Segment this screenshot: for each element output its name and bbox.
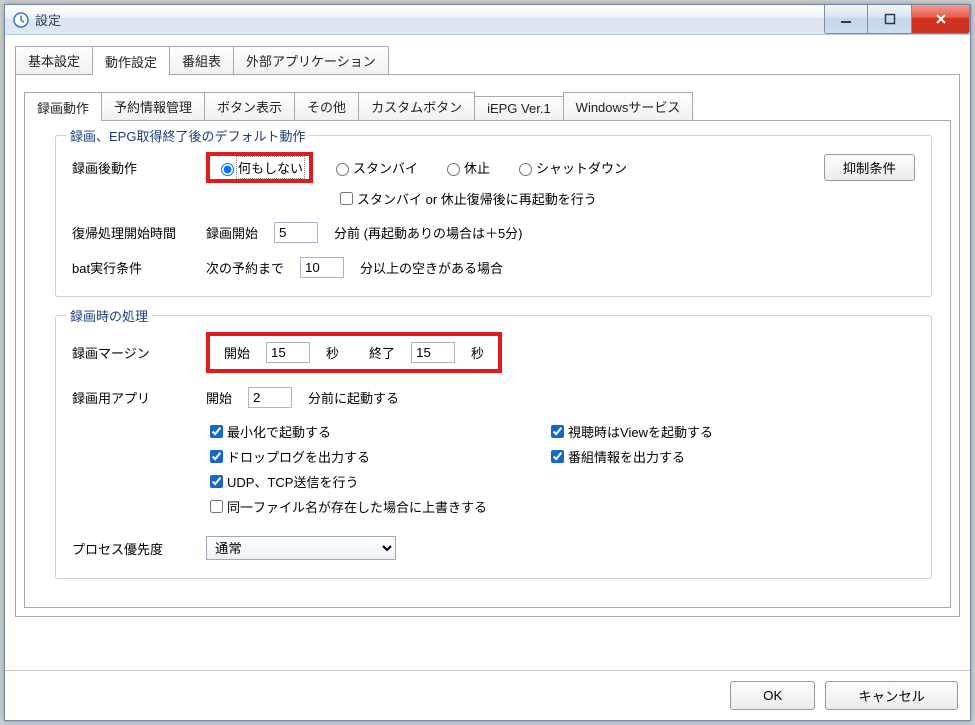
- titlebar: 設定: [5, 5, 970, 35]
- row-bat: bat実行条件 次の予約まで 分以上の空きがある場合: [72, 257, 915, 278]
- rec-app-suffix: 分前に起動する: [308, 388, 399, 407]
- group-post-record-title: 録画、EPG取得終了後のデフォルト動作: [66, 126, 309, 145]
- row-resume: 復帰処理開始時間 録画開始 分前 (再起動ありの場合は＋5分): [72, 222, 915, 243]
- bat-prefix: 次の予約まで: [206, 258, 284, 277]
- group-recording-process: 録画時の処理 録画マージン 開始 秒 終了: [55, 315, 932, 579]
- tab-external-app[interactable]: 外部アプリケーション: [233, 46, 389, 74]
- row-post-action: 録画後動作 何もしない スタンバイ: [72, 152, 915, 183]
- radio-standby-label: スタンバイ: [353, 158, 418, 177]
- group-post-record: 録画、EPG取得終了後のデフォルト動作 録画後動作 何もしない: [55, 135, 932, 297]
- close-button[interactable]: [912, 5, 970, 34]
- input-resume-minutes[interactable]: [274, 222, 318, 243]
- label-margin: 録画マージン: [72, 343, 206, 362]
- highlight-margin: 開始 秒 終了 秒: [206, 332, 502, 373]
- suppress-button[interactable]: 抑制条件: [824, 154, 915, 181]
- check-overwrite[interactable]: [210, 500, 223, 513]
- row-rec-app: 録画用アプリ 開始 分前に起動する: [72, 387, 915, 408]
- check-view[interactable]: [551, 425, 564, 438]
- subtab-windows-service[interactable]: Windowsサービス: [563, 92, 694, 120]
- rec-app-prefix: 開始: [206, 388, 232, 407]
- check-reboot-label: スタンバイ or 休止復帰後に再起動を行う: [357, 189, 597, 208]
- check-droplog[interactable]: [210, 450, 223, 463]
- content-area: 基本設定 動作設定 番組表 外部アプリケーション 録画動作 予約情報管理 ボタン…: [5, 35, 970, 670]
- margin-start-label: 開始: [224, 343, 250, 362]
- resume-suffix: 分前 (再起動ありの場合は＋5分): [334, 223, 523, 242]
- minimize-button[interactable]: [824, 5, 868, 34]
- window-title: 設定: [35, 10, 61, 29]
- label-post-action: 録画後動作: [72, 158, 206, 177]
- cancel-button[interactable]: キャンセル: [825, 681, 958, 710]
- radio-shutdown-label: シャットダウン: [536, 158, 627, 177]
- dialog-buttons: OK キャンセル: [5, 670, 970, 720]
- check-udp-tcp[interactable]: [210, 475, 223, 488]
- tab-basic-settings[interactable]: 基本設定: [15, 46, 93, 74]
- check-overwrite-label: 同一ファイル名が存在した場合に上書きする: [227, 497, 487, 516]
- check-program-info-label: 番組情報を出力する: [568, 447, 685, 466]
- margin-start-unit: 秒: [326, 343, 339, 362]
- top-tabs: 基本設定 動作設定 番組表 外部アプリケーション: [15, 45, 960, 75]
- window-controls: [824, 5, 970, 34]
- clock-icon: [13, 12, 29, 28]
- select-priority[interactable]: 通常: [206, 536, 396, 560]
- subtab-reservation[interactable]: 予約情報管理: [101, 92, 205, 120]
- input-margin-end[interactable]: [411, 342, 455, 363]
- radio-hibernate-label: 休止: [464, 158, 490, 177]
- check-view-label: 視聴時はViewを起動する: [568, 422, 713, 441]
- input-margin-start[interactable]: [266, 342, 310, 363]
- maximize-button[interactable]: [868, 5, 912, 34]
- margin-end-unit: 秒: [471, 343, 484, 362]
- bat-suffix: 分以上の空きがある場合: [360, 258, 503, 277]
- check-minimized[interactable]: [210, 425, 223, 438]
- check-program-info[interactable]: [551, 450, 564, 463]
- subtab-button-display[interactable]: ボタン表示: [204, 92, 295, 120]
- tab-behavior-settings[interactable]: 動作設定: [92, 46, 170, 75]
- check-droplog-label: ドロップログを出力する: [227, 447, 370, 466]
- label-rec-app: 録画用アプリ: [72, 388, 206, 407]
- input-rec-app-minutes[interactable]: [248, 387, 292, 408]
- check-udp-tcp-label: UDP、TCP送信を行う: [227, 472, 358, 491]
- row-priority: プロセス優先度 通常: [72, 536, 915, 560]
- subtab-recording[interactable]: 録画動作: [24, 92, 102, 121]
- check-reboot[interactable]: [340, 192, 353, 205]
- radio-hibernate[interactable]: [447, 163, 460, 176]
- recording-panel: 録画、EPG取得終了後のデフォルト動作 録画後動作 何もしない: [25, 121, 950, 607]
- label-resume: 復帰処理開始時間: [72, 223, 206, 242]
- margin-end-label: 終了: [369, 343, 395, 362]
- radio-none[interactable]: [221, 163, 234, 176]
- group-recording-process-title: 録画時の処理: [66, 306, 152, 325]
- ok-button[interactable]: OK: [730, 681, 815, 710]
- tab-program-guide[interactable]: 番組表: [169, 46, 234, 74]
- highlight-post-action: 何もしない: [206, 152, 313, 183]
- settings-window: 設定 基本設定 動作設定 番組表 外部アプリケーション 録画動作 予約: [4, 4, 971, 721]
- radio-none-label: 何もしない: [238, 158, 303, 177]
- row-reboot-check: スタンバイ or 休止復帰後に再起動を行う: [72, 189, 915, 208]
- row-margin: 録画マージン 開始 秒 終了: [72, 332, 915, 373]
- subtab-other[interactable]: その他: [294, 92, 359, 120]
- check-minimized-label: 最小化で起動する: [227, 422, 331, 441]
- row-checks: 最小化で起動する ドロップログを出力する UDP、TCP送信を行う 同一ファイル…: [72, 422, 915, 522]
- radio-shutdown[interactable]: [519, 163, 532, 176]
- input-bat-minutes[interactable]: [300, 257, 344, 278]
- label-priority: プロセス優先度: [72, 539, 206, 558]
- sub-tabs: 録画動作 予約情報管理 ボタン表示 その他 カスタムボタン iEPG Ver.1…: [24, 91, 951, 121]
- subtab-iepg[interactable]: iEPG Ver.1: [474, 96, 564, 120]
- radio-standby[interactable]: [336, 163, 349, 176]
- resume-prefix: 録画開始: [206, 223, 258, 242]
- label-bat: bat実行条件: [72, 258, 206, 277]
- subtab-custom-button[interactable]: カスタムボタン: [358, 92, 475, 120]
